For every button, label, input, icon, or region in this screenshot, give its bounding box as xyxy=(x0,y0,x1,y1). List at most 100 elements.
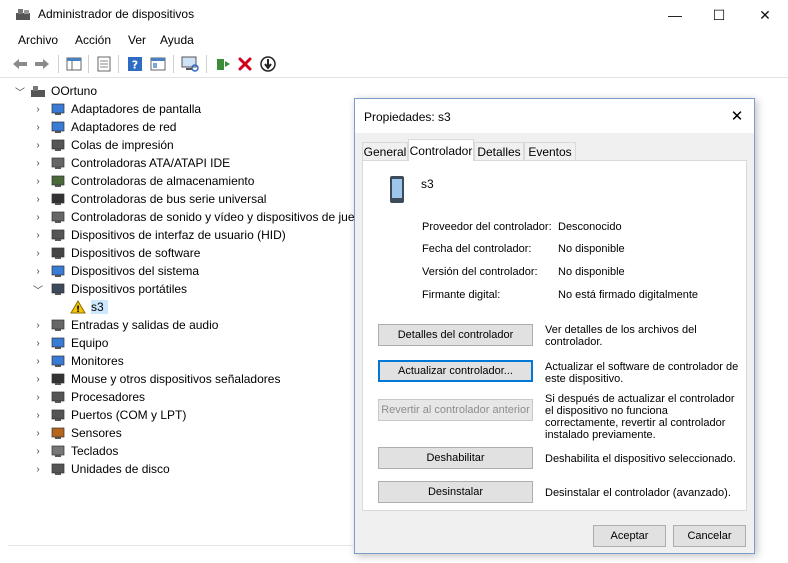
tree-category-item[interactable]: › Entradas y salidas de audio xyxy=(32,316,218,334)
tree-item-label: s3 xyxy=(91,300,108,314)
ok-button[interactable]: Aceptar xyxy=(593,525,666,547)
tree-item-label: Colas de impresión xyxy=(71,138,174,152)
digital-signer-value: No está firmado digitalmente xyxy=(558,289,699,301)
chevron-right-icon[interactable]: › xyxy=(32,446,44,457)
show-hide-tree-icon[interactable] xyxy=(65,55,83,73)
chevron-right-icon[interactable]: › xyxy=(32,122,44,133)
chevron-down-icon[interactable]: ﹀ xyxy=(32,282,44,297)
uninstall-device-button[interactable]: Desinstalar xyxy=(378,481,533,503)
driver-details-button[interactable]: Detalles del controlador xyxy=(378,324,533,346)
chevron-right-icon[interactable]: › xyxy=(32,374,44,385)
tree-category-item[interactable]: › Controladoras de bus serie universal xyxy=(32,190,266,208)
help-icon[interactable]: ? xyxy=(126,55,144,73)
chevron-down-icon[interactable]: ﹀ xyxy=(14,84,26,99)
chevron-right-icon[interactable]: › xyxy=(32,176,44,187)
tree-category-item[interactable]: › Teclados xyxy=(32,442,118,460)
system-device-icon xyxy=(50,264,66,278)
chevron-right-icon[interactable]: › xyxy=(32,266,44,277)
tree-device-item[interactable]: ! s3 xyxy=(64,298,108,316)
scan-hardware-icon[interactable] xyxy=(181,55,199,73)
tree-item-label: Controladoras de bus serie universal xyxy=(71,192,267,206)
properties-dialog: Propiedades: s3 ✕ General Controlador De… xyxy=(354,98,755,554)
properties-sheet-icon[interactable] xyxy=(95,55,113,73)
disk-drive-icon xyxy=(50,462,66,476)
svg-text:!: ! xyxy=(76,305,80,314)
disable-device-description: Deshabilita el dispositivo seleccionado. xyxy=(545,453,736,465)
chevron-right-icon[interactable]: › xyxy=(32,356,44,367)
chevron-right-icon[interactable]: › xyxy=(32,410,44,421)
tree-category-item[interactable]: › Puertos (COM y LPT) xyxy=(32,406,186,424)
window-title: Administrador de dispositivos xyxy=(38,7,195,21)
menu-accion[interactable]: Acción xyxy=(75,33,111,47)
tree-category-item[interactable]: › Procesadores xyxy=(32,388,145,406)
tree-item-label: Dispositivos de software xyxy=(71,246,201,260)
computer-icon xyxy=(50,336,66,350)
tree-item-label: Equipo xyxy=(71,336,109,350)
uninstall-icon[interactable] xyxy=(236,55,254,73)
back-arrow-icon[interactable] xyxy=(11,55,29,73)
tree-category-item[interactable]: ﹀ Dispositivos portátiles xyxy=(32,280,187,298)
update-driver-icon[interactable] xyxy=(214,55,232,73)
menu-archivo[interactable]: Archivo xyxy=(18,33,58,47)
tab-eventos[interactable]: Eventos xyxy=(524,142,576,160)
tree-category-item[interactable]: › Dispositivos del sistema xyxy=(32,262,199,280)
tree-item-label: Entradas y salidas de audio xyxy=(71,318,219,332)
svg-text:?: ? xyxy=(132,59,138,72)
tree-category-item[interactable]: › Dispositivos de software xyxy=(32,244,200,262)
tab-detalles[interactable]: Detalles xyxy=(474,142,524,160)
device-tree: ﹀ OOrtuno › Adaptadores de pantalla › Adapt… xyxy=(8,79,361,539)
tree-root[interactable]: ﹀ OOrtuno xyxy=(14,82,97,100)
ide-controller-icon xyxy=(50,156,66,170)
tree-category-item[interactable]: › Controladoras ATA/ATAPI IDE xyxy=(32,154,230,172)
disable-device-icon[interactable] xyxy=(259,55,277,73)
chevron-right-icon[interactable]: › xyxy=(32,104,44,115)
chevron-right-icon[interactable]: › xyxy=(32,194,44,205)
cancel-button[interactable]: Cancelar xyxy=(673,525,746,547)
tree-category-item[interactable]: › Adaptadores de red xyxy=(32,118,176,136)
tree-category-item[interactable]: › Monitores xyxy=(32,352,124,370)
warning-icon: ! xyxy=(70,300,86,315)
chevron-right-icon[interactable]: › xyxy=(32,158,44,169)
processor-icon xyxy=(50,390,66,404)
minimize-button[interactable]: — xyxy=(652,0,698,30)
chevron-right-icon[interactable]: › xyxy=(32,338,44,349)
update-driver-button[interactable]: Actualizar controlador... xyxy=(378,360,533,382)
toolbar-separator xyxy=(88,55,89,73)
tree-category-item[interactable]: › Unidades de disco xyxy=(32,460,169,478)
chevron-right-icon[interactable]: › xyxy=(32,212,44,223)
usb-icon xyxy=(50,192,66,206)
chevron-right-icon[interactable]: › xyxy=(32,392,44,403)
chevron-right-icon[interactable]: › xyxy=(32,320,44,331)
keyboard-icon xyxy=(50,444,66,458)
tree-category-item[interactable]: › Equipo xyxy=(32,334,108,352)
tree-category-item[interactable]: › Adaptadores de pantalla xyxy=(32,100,201,118)
forward-arrow-icon[interactable] xyxy=(33,55,51,73)
tree-category-item[interactable]: › Sensores xyxy=(32,424,121,442)
chevron-right-icon[interactable]: › xyxy=(32,428,44,439)
tree-category-item[interactable]: › Controladoras de sonido y vídeo y dispo… xyxy=(32,208,361,226)
monitor-icon xyxy=(50,354,66,368)
view-icon[interactable] xyxy=(149,55,167,73)
maximize-button[interactable]: ☐ xyxy=(696,0,742,30)
tree-category-item[interactable]: › Colas de impresión xyxy=(32,136,174,154)
tree-category-item[interactable]: › Controladoras de almacenamiento xyxy=(32,172,254,190)
chevron-right-icon[interactable]: › xyxy=(32,464,44,475)
chevron-right-icon[interactable]: › xyxy=(32,140,44,151)
menu-ver[interactable]: Ver xyxy=(128,33,146,47)
tree-category-item[interactable]: › Mouse y otros dispositivos señaladores xyxy=(32,370,280,388)
tree-item-label: Procesadores xyxy=(71,390,146,404)
close-button[interactable]: ✕ xyxy=(742,0,788,30)
tree-item-label: Dispositivos del sistema xyxy=(71,264,200,278)
tree-item-label: Monitores xyxy=(71,354,124,368)
sensor-icon xyxy=(50,426,66,440)
disable-device-button[interactable]: Deshabilitar xyxy=(378,447,533,469)
tab-controlador[interactable]: Controlador xyxy=(408,139,474,161)
menu-ayuda[interactable]: Ayuda xyxy=(160,33,194,47)
rollback-driver-button[interactable]: Revertir al controlador anterior xyxy=(378,399,533,421)
chevron-right-icon[interactable]: › xyxy=(32,248,44,259)
dialog-close-button[interactable]: ✕ xyxy=(722,101,752,131)
tree-category-item[interactable]: › Dispositivos de interfaz de usuario (HI… xyxy=(32,226,285,244)
chevron-right-icon[interactable]: › xyxy=(32,230,44,241)
tree-item-label: Teclados xyxy=(71,444,119,458)
tab-general[interactable]: General xyxy=(362,142,408,160)
